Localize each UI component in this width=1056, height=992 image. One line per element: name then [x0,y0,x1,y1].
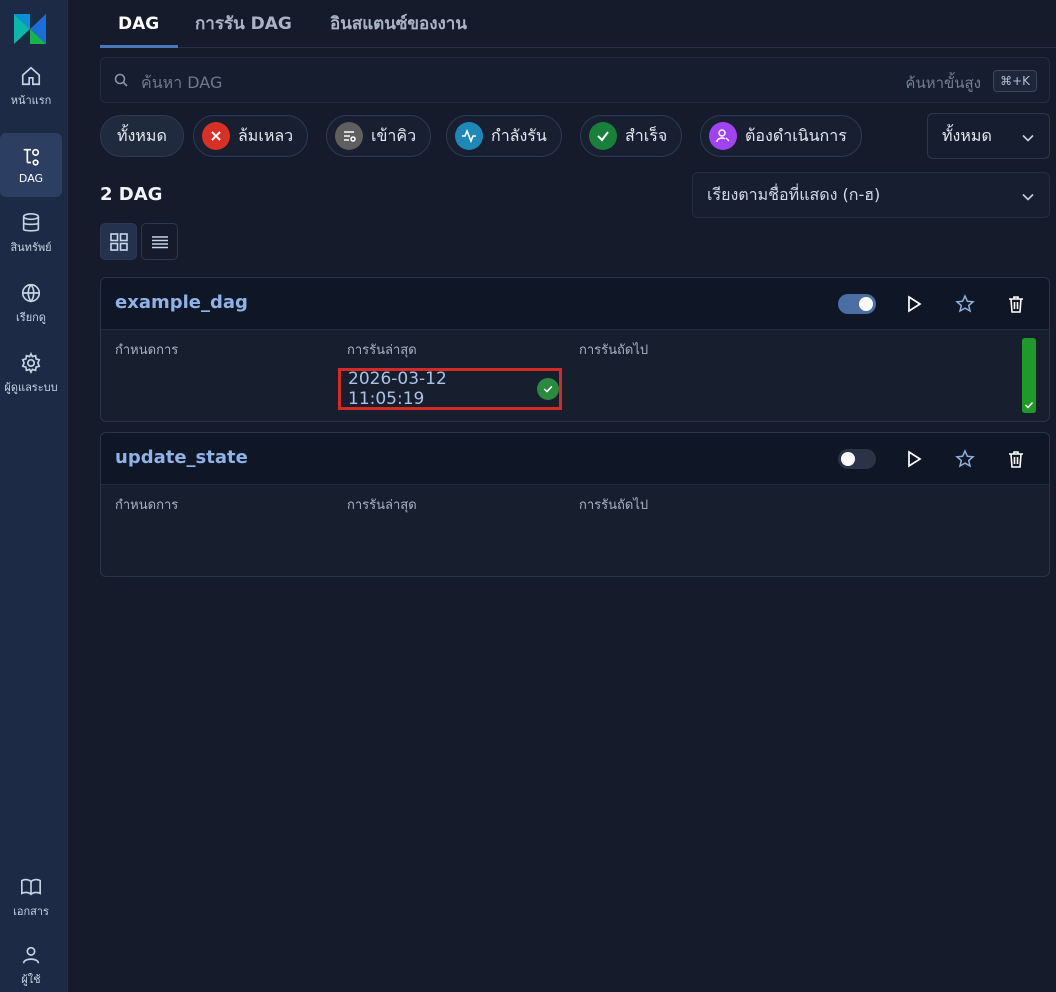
toggle-knob [859,297,873,311]
filter-failed-chip[interactable]: ล้มเหลว [193,115,309,157]
next-run-label: การรันถัดไป [579,498,649,513]
star-icon[interactable] [955,294,975,314]
schedule-label: กำหนดการ [115,343,179,358]
grid-icon [109,232,128,251]
filter-chip-label: ทั้งหมด [117,125,167,145]
sidebar-item-docs[interactable]: เอกสาร [0,866,62,930]
search-shortcut-badge: ⌘+K [993,70,1037,92]
x-icon [202,122,230,150]
latest-run-label: การรันล่าสุด [347,498,417,513]
dag-card-header: update_state [101,433,1049,485]
dag-pause-toggle[interactable] [838,449,876,469]
sidebar-item-label: หน้าแรก [10,94,52,107]
search-placeholder: ค้นหา DAG [141,73,223,92]
sidebar-item-dag[interactable]: DAG [0,133,62,197]
tab-dag-runs[interactable]: การรัน DAG [195,0,292,48]
card-view-button[interactable] [100,223,137,260]
dag-card-header: example_dag [101,278,1049,330]
recent-run-bar[interactable] [1022,338,1036,413]
list-view-button[interactable] [141,223,178,260]
dag-name-link[interactable]: example_dag [115,292,248,313]
filter-all-chip[interactable]: ทั้งหมด [100,115,184,157]
next-run-label: การรันถัดไป [579,343,649,358]
latest-run-value[interactable]: 2026-03-12 11:05:19 [338,368,562,410]
sidebar-item-admin[interactable]: ผู้ดูแลระบบ [0,342,62,406]
search-icon [114,73,128,87]
list-icon [151,235,168,248]
dag-name-link[interactable]: update_state [115,447,248,468]
filter-chip-label: สำเร็จ [625,125,668,145]
gear-icon [21,352,41,374]
dag-pause-toggle[interactable] [838,294,876,314]
latest-run-label: การรันล่าสุด [347,343,417,358]
app-logo-icon[interactable] [10,10,50,48]
filter-action-required-chip[interactable]: ต้องดำเนินการ [700,115,862,157]
queue-icon [335,122,363,150]
advanced-search-link[interactable]: ค้นหาขั้นสูง [905,71,981,95]
home-icon [21,66,41,86]
chevron-down-icon [1022,134,1034,142]
sidebar-item-label: DAG [18,171,44,185]
dag-card: update_state กำหนดการ การรันล่าสุด การรั… [100,432,1050,577]
trash-icon[interactable] [1006,294,1026,314]
chevron-down-icon [1022,193,1034,201]
filter-running-chip[interactable]: กำลังรัน [446,115,562,157]
dag-icon [23,148,40,166]
filter-success-chip[interactable]: สำเร็จ [580,115,683,157]
dag-count: 2 DAG [100,184,163,205]
filter-chip-label: ต้องดำเนินการ [745,125,847,145]
user-action-icon [709,122,737,150]
database-icon [22,213,40,232]
sidebar-item-home[interactable]: หน้าแรก [0,55,62,119]
state-select[interactable]: ทั้งหมด [927,113,1050,159]
sidebar-item-label: เรียกดู [16,311,46,324]
sort-select-value: เรียงตามชื่อที่แสดง (ก-ฮ) [707,184,881,204]
tab-dag[interactable]: DAG [118,0,159,48]
sidebar-item-label: สินทรัพย์ [10,241,52,254]
state-select-value: ทั้งหมด [942,125,992,145]
sidebar-item-user[interactable]: ผู้ใช้ [0,934,62,992]
globe-icon [21,283,41,303]
sidebar: หน้าแรก DAG สินทรัพย์ เรียกดู ผู้ดูแลระบ… [0,0,68,992]
sort-select[interactable]: เรียงตามชื่อที่แสดง (ก-ฮ) [692,172,1050,218]
tab-task-instances[interactable]: อินสแตนซ์ของงาน [330,0,467,48]
active-tab-indicator [100,45,178,48]
book-icon [21,878,41,896]
search-input[interactable]: ค้นหา DAG ค้นหาขั้นสูง ⌘+K [100,57,1050,103]
filter-chip-label: กำลังรัน [491,125,547,145]
schedule-label: กำหนดการ [115,498,179,513]
sidebar-item-label: เอกสาร [13,905,49,918]
sidebar-item-browse[interactable]: เรียกดู [0,272,62,336]
tab-bar: DAG การรัน DAG อินสแตนซ์ของงาน [100,0,1056,48]
success-check-icon [537,378,559,400]
sidebar-item-assets[interactable]: สินทรัพย์ [0,202,62,266]
star-icon[interactable] [955,449,975,469]
check-icon [1025,402,1034,409]
sidebar-item-label: ผู้ใช้ [21,973,41,986]
trash-icon[interactable] [1006,449,1026,469]
filter-chip-label: เข้าคิว [371,125,417,145]
check-icon [589,122,617,150]
play-icon[interactable] [904,294,924,314]
activity-icon [455,122,483,150]
play-icon[interactable] [904,449,924,469]
user-icon [22,946,40,964]
sidebar-item-label: ผู้ดูแลระบบ [4,381,58,394]
toggle-knob [841,452,855,466]
filter-chip-label: ล้มเหลว [238,125,294,145]
dag-card: example_dag กำหนดการ การรันล่าสุด การรัน… [100,277,1050,422]
filter-queued-chip[interactable]: เข้าคิว [326,115,432,157]
latest-run-timestamp: 2026-03-12 11:05:19 [348,369,447,409]
